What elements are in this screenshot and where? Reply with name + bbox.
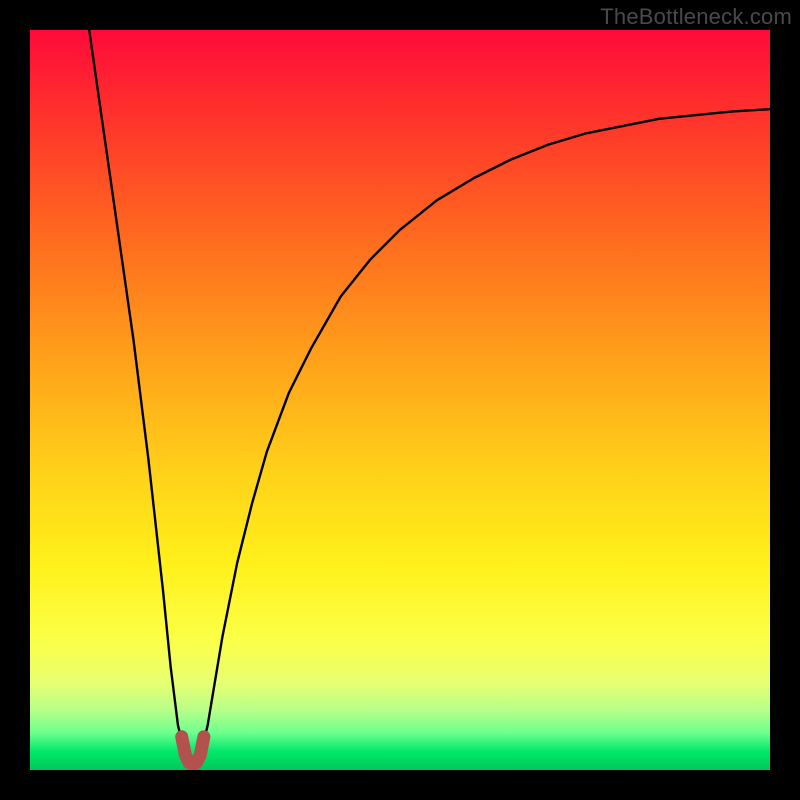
bottleneck-curve [89, 30, 770, 763]
curve-layer [30, 30, 770, 770]
chart-frame: TheBottleneck.com [0, 0, 800, 800]
minimum-marker [182, 737, 204, 764]
watermark-text: TheBottleneck.com [600, 4, 792, 30]
plot-area [30, 30, 770, 770]
